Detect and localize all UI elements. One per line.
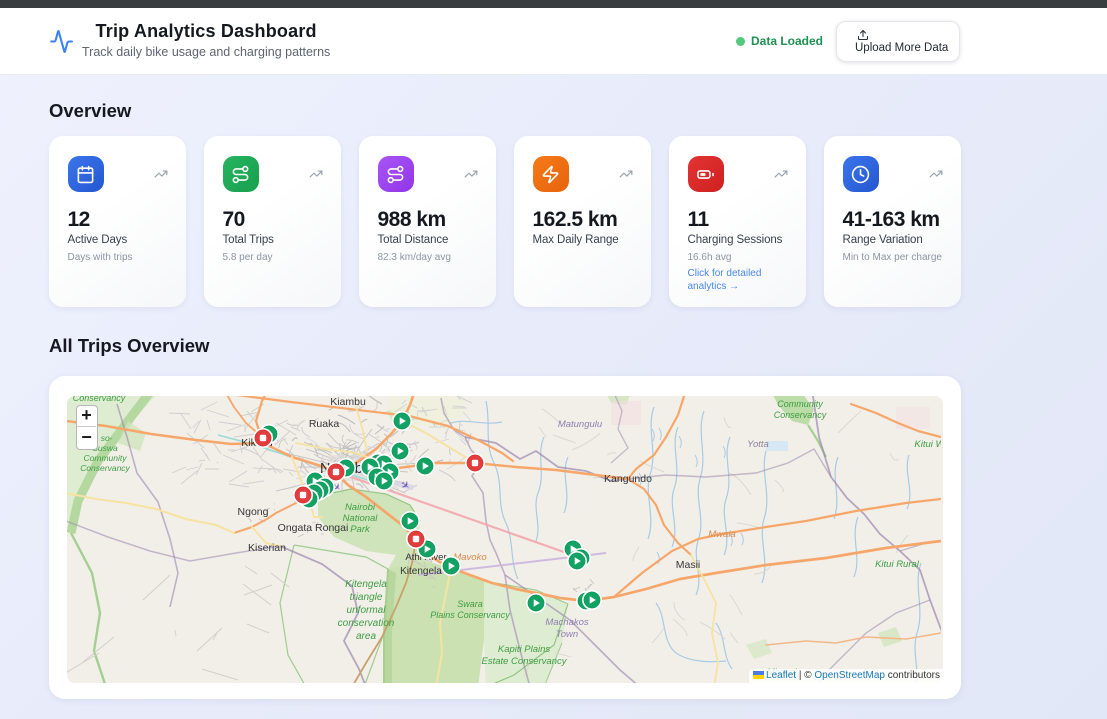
svg-text:conservation: conservation [338,618,395,629]
svg-text:Estate Conservancy: Estate Conservancy [481,656,567,667]
svg-text:Plains Conservancy: Plains Conservancy [430,610,510,620]
svg-text:Matungulu: Matungulu [558,419,603,430]
svg-text:Kitengela: Kitengela [400,566,442,577]
svg-text:Ngong: Ngong [238,506,269,518]
svg-text:Kapiti Plains: Kapiti Plains [498,644,551,655]
svg-text:Kitengela: Kitengela [345,579,387,590]
svg-text:Community: Community [777,399,823,409]
svg-text:Yotta: Yotta [747,439,769,450]
svg-text:Kiambu: Kiambu [330,396,366,408]
svg-text:Swara: Swara [457,599,483,609]
svg-text:unformal: unformal [347,605,387,616]
svg-text:Masii: Masii [676,559,701,571]
svg-text:area: area [356,631,376,642]
svg-text:Ongata Rongai: Ongata Rongai [278,522,349,534]
svg-text:triangle: triangle [350,592,383,603]
svg-text:Town: Town [556,629,578,640]
svg-text:Park: Park [350,524,371,535]
svg-text:Machakos: Machakos [545,617,589,628]
svg-text:Nairobi: Nairobi [345,502,376,513]
svg-text:- so-: - so- [96,433,113,443]
svg-text:Kiserian: Kiserian [248,542,286,554]
svg-text:Kitui We: Kitui We [914,439,941,450]
svg-text:Conservancy: Conservancy [80,463,130,473]
svg-text:Kitui Rural: Kitui Rural [875,559,920,570]
svg-text:National: National [343,513,379,524]
svg-text:Kangundo: Kangundo [604,473,652,485]
svg-text:Mwala: Mwala [708,529,735,540]
svg-text:Ruaka: Ruaka [309,418,340,430]
svg-text:Conservancy: Conservancy [774,410,827,420]
svg-text:Community: Community [84,453,128,463]
svg-text:Conservancy: Conservancy [73,396,126,403]
